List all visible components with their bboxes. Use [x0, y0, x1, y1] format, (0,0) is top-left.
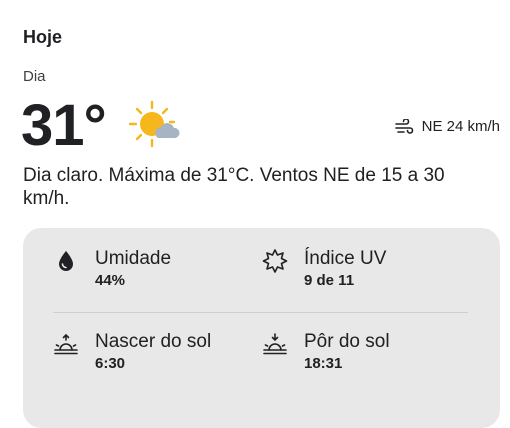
sunrise-label: Nascer do sol	[95, 331, 212, 352]
uv-item: Índice UV 9 de 11	[262, 248, 386, 290]
humidity-label: Umidade	[95, 248, 172, 269]
uv-sun-icon	[262, 249, 288, 273]
sunrise-icon	[54, 333, 78, 355]
uv-label: Índice UV	[304, 248, 387, 269]
divider	[53, 312, 468, 313]
weather-description: Dia claro. Máxima de 31°C. Ventos NE de …	[23, 165, 445, 209]
humidity-value: 44%	[95, 272, 126, 289]
droplet-icon	[59, 251, 73, 271]
uv-value: 9 de 11	[304, 272, 355, 289]
period-label: Dia	[23, 68, 46, 85]
wind-indicator: NE 24 km/h	[394, 118, 500, 135]
sunset-icon	[263, 333, 287, 355]
section-title: Hoje	[23, 27, 63, 47]
sunrise-item: Nascer do sol 6:30	[53, 331, 211, 373]
details-card: Umidade 44% Índice UV 9 de 11 Nascer do …	[23, 228, 500, 428]
sunrise-value: 6:30	[95, 355, 126, 372]
sunset-label: Pôr do sol	[304, 331, 390, 352]
sunset-value: 18:31	[304, 355, 343, 372]
sun-with-cloud-icon	[128, 100, 180, 148]
wind-value: NE 24 km/h	[421, 118, 500, 135]
humidity-item: Umidade 44%	[53, 248, 171, 290]
sunset-item: Pôr do sol 18:31	[262, 331, 390, 373]
wind-icon	[394, 118, 413, 134]
temperature: 31°	[21, 93, 107, 158]
